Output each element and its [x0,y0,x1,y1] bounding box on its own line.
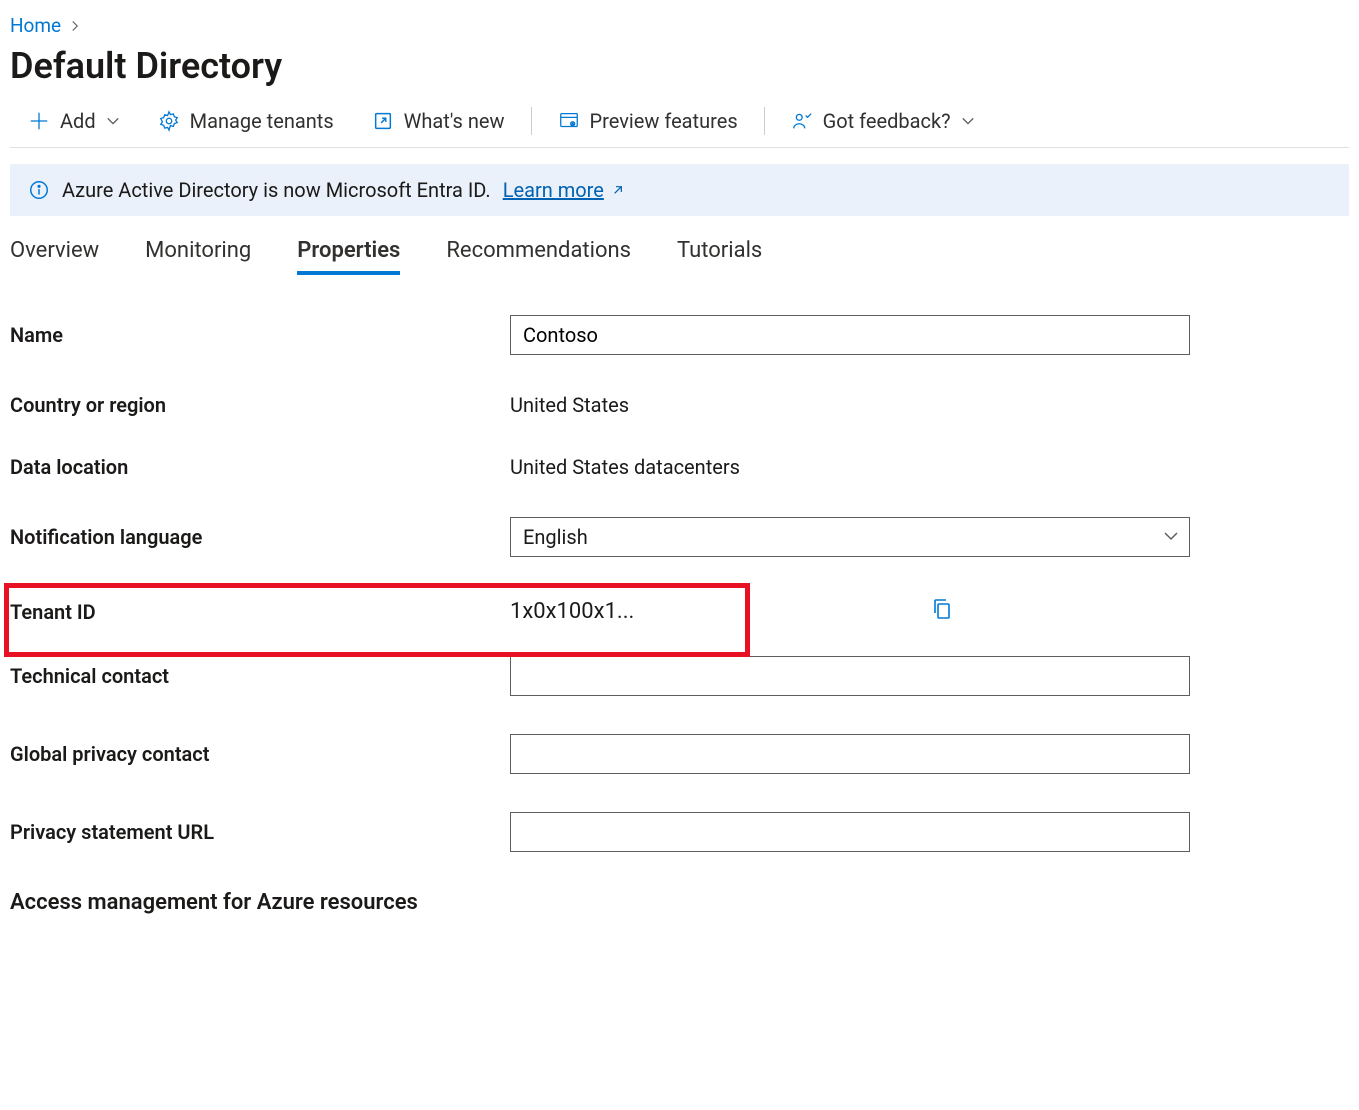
preview-features-icon [558,110,580,132]
tab-overview[interactable]: Overview [10,238,99,275]
country-label: Country or region [10,393,510,417]
info-icon [28,179,50,201]
whats-new-label: What's new [404,109,505,133]
toolbar-separator [764,107,765,135]
notification-language-select[interactable]: English [510,517,1190,557]
whats-new-button[interactable]: What's new [354,105,523,137]
chevron-down-icon [961,109,975,133]
toolbar: Add Manage tenants What's new Preview fe… [10,105,1349,148]
privacy-statement-url-label: Privacy statement URL [10,820,510,844]
info-banner-text: Azure Active Directory is now Microsoft … [62,178,491,202]
copy-tenant-id-button[interactable] [930,597,954,626]
tab-properties[interactable]: Properties [297,238,400,275]
tabs: Overview Monitoring Properties Recommend… [10,238,1349,281]
global-privacy-contact-input[interactable] [510,734,1190,774]
feedback-icon [791,110,813,132]
technical-contact-label: Technical contact [10,664,510,688]
tab-monitoring[interactable]: Monitoring [145,238,251,275]
global-privacy-contact-label: Global privacy contact [10,742,510,766]
learn-more-link[interactable]: Learn more [503,178,626,202]
tenant-id-value: 1x0x100x1... [510,599,910,624]
got-feedback-button[interactable]: Got feedback? [773,105,993,137]
preview-features-button[interactable]: Preview features [540,105,756,137]
chevron-down-icon [1163,525,1179,549]
manage-tenants-label: Manage tenants [190,109,334,133]
notification-language-value: English [523,525,588,549]
add-button[interactable]: Add [10,105,138,137]
external-link-icon [372,110,394,132]
tab-recommendations[interactable]: Recommendations [446,238,631,275]
preview-features-label: Preview features [590,109,738,133]
data-location-label: Data location [10,455,510,479]
tenant-id-label: Tenant ID [10,600,510,624]
name-label: Name [10,323,510,347]
info-banner: Azure Active Directory is now Microsoft … [10,164,1349,216]
data-location-value: United States datacenters [510,455,740,479]
tab-tutorials[interactable]: Tutorials [677,238,762,275]
copy-icon [930,597,954,621]
breadcrumb-home-link[interactable]: Home [10,14,61,37]
toolbar-separator [531,107,532,135]
chevron-down-icon [106,109,120,133]
gear-icon [158,110,180,132]
chevron-right-icon [69,14,81,37]
page-title: Default Directory [10,45,1349,87]
country-value: United States [510,393,629,417]
add-label: Add [60,109,96,133]
name-input[interactable] [510,315,1190,355]
plus-icon [28,110,50,132]
technical-contact-input[interactable] [510,656,1190,696]
privacy-statement-url-input[interactable] [510,812,1190,852]
access-management-heading: Access management for Azure resources [10,890,1200,915]
breadcrumb: Home [10,10,1349,45]
notification-language-label: Notification language [10,525,510,549]
properties-form: Name Country or region United States Dat… [10,315,1200,915]
got-feedback-label: Got feedback? [823,109,951,133]
manage-tenants-button[interactable]: Manage tenants [140,105,352,137]
learn-more-label: Learn more [503,178,604,202]
external-link-icon [610,182,626,198]
